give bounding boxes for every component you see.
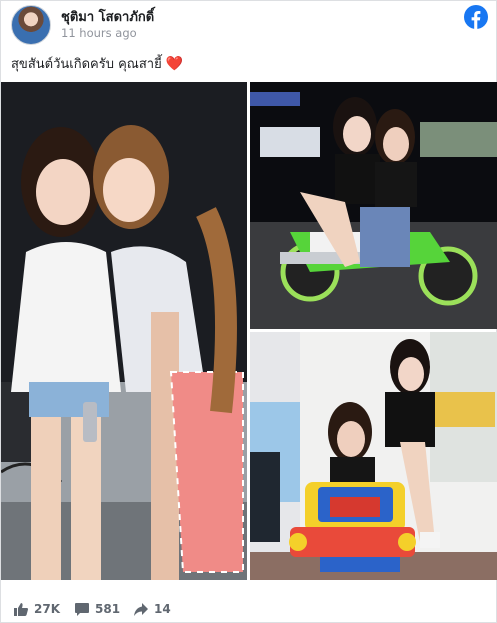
share-count-value: 14 [154, 602, 171, 616]
like-count[interactable]: 27K [14, 602, 60, 616]
comment-count-value: 581 [95, 602, 121, 616]
facebook-post: ชุติมา โสดาภักดิ์ 11 hours ago สุขสันต์ว… [0, 0, 497, 623]
post-stats-bar: 27K 581 14 [1, 593, 497, 623]
post-caption: สุขสันต์วันเกิดครับ คุณสายี้ ❤️ [11, 53, 183, 74]
like-count-value: 27K [34, 602, 60, 616]
post-header: ชุติมา โสดาภักดิ์ 11 hours ago [11, 5, 488, 45]
photo-hug-on-stage[interactable] [1, 82, 247, 580]
comment-icon [75, 602, 89, 616]
share-icon [134, 602, 148, 616]
comment-count[interactable]: 581 [75, 602, 120, 616]
photo-kiddie-ride-car[interactable] [250, 332, 497, 580]
avatar[interactable] [11, 5, 51, 45]
photo-motorbike-night[interactable] [250, 82, 497, 329]
caption-text: สุขสันต์วันเกิดครับ คุณสายี้ [11, 57, 162, 72]
heart-emoji: ❤️ [165, 56, 184, 72]
post-timestamp[interactable]: 11 hours ago [61, 26, 137, 40]
facebook-icon[interactable] [464, 5, 488, 29]
share-count[interactable]: 14 [134, 602, 171, 616]
thumbs-up-icon [14, 602, 28, 616]
author-name[interactable]: ชุติมา โสดาภักดิ์ [61, 6, 154, 27]
